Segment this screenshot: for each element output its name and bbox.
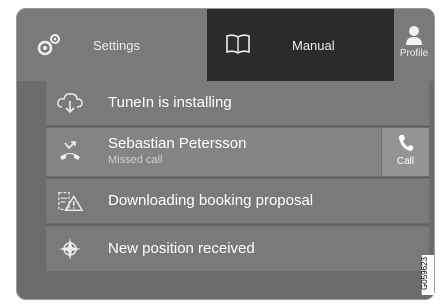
cloud-download-icon [57,93,83,114]
center-display: Settings Manual Profile TuneIn is instal… [16,8,435,300]
settings-tab[interactable]: Settings [17,9,207,81]
missed-call-icon [60,141,80,160]
divider [46,126,429,127]
gears-icon [37,34,60,56]
notification-title: TuneIn is installing [108,94,232,111]
service-warning-icon [58,191,84,212]
notification-position[interactable]: New position received [46,227,429,271]
image-code: G059623 [419,255,434,295]
profile-tab[interactable]: Profile [394,9,434,81]
person-icon [406,26,422,45]
caller-name: Sebastian Petersson [108,135,247,152]
call-button[interactable]: Call [381,128,429,176]
divider [46,224,429,225]
notification-missed-call[interactable]: Sebastian Petersson Missed call Call [46,128,429,176]
top-bar: Settings Manual Profile [17,9,434,81]
notification-title: New position received [108,240,255,257]
profile-label: Profile [399,48,429,59]
manual-tab[interactable]: Manual [207,9,394,81]
compass-icon [59,238,81,260]
notification-title: Downloading booking proposal [108,192,314,209]
phone-icon [399,135,413,151]
call-label: Call [396,156,415,167]
settings-label: Settings [93,38,140,53]
book-icon [226,34,250,54]
notification-booking[interactable]: Downloading booking proposal [46,179,429,223]
manual-label: Manual [292,38,335,53]
missed-call-subtitle: Missed call [108,154,163,166]
notification-tunein[interactable]: TuneIn is installing [46,81,429,125]
image-code-text: G059623 [419,257,429,290]
divider [46,177,429,178]
